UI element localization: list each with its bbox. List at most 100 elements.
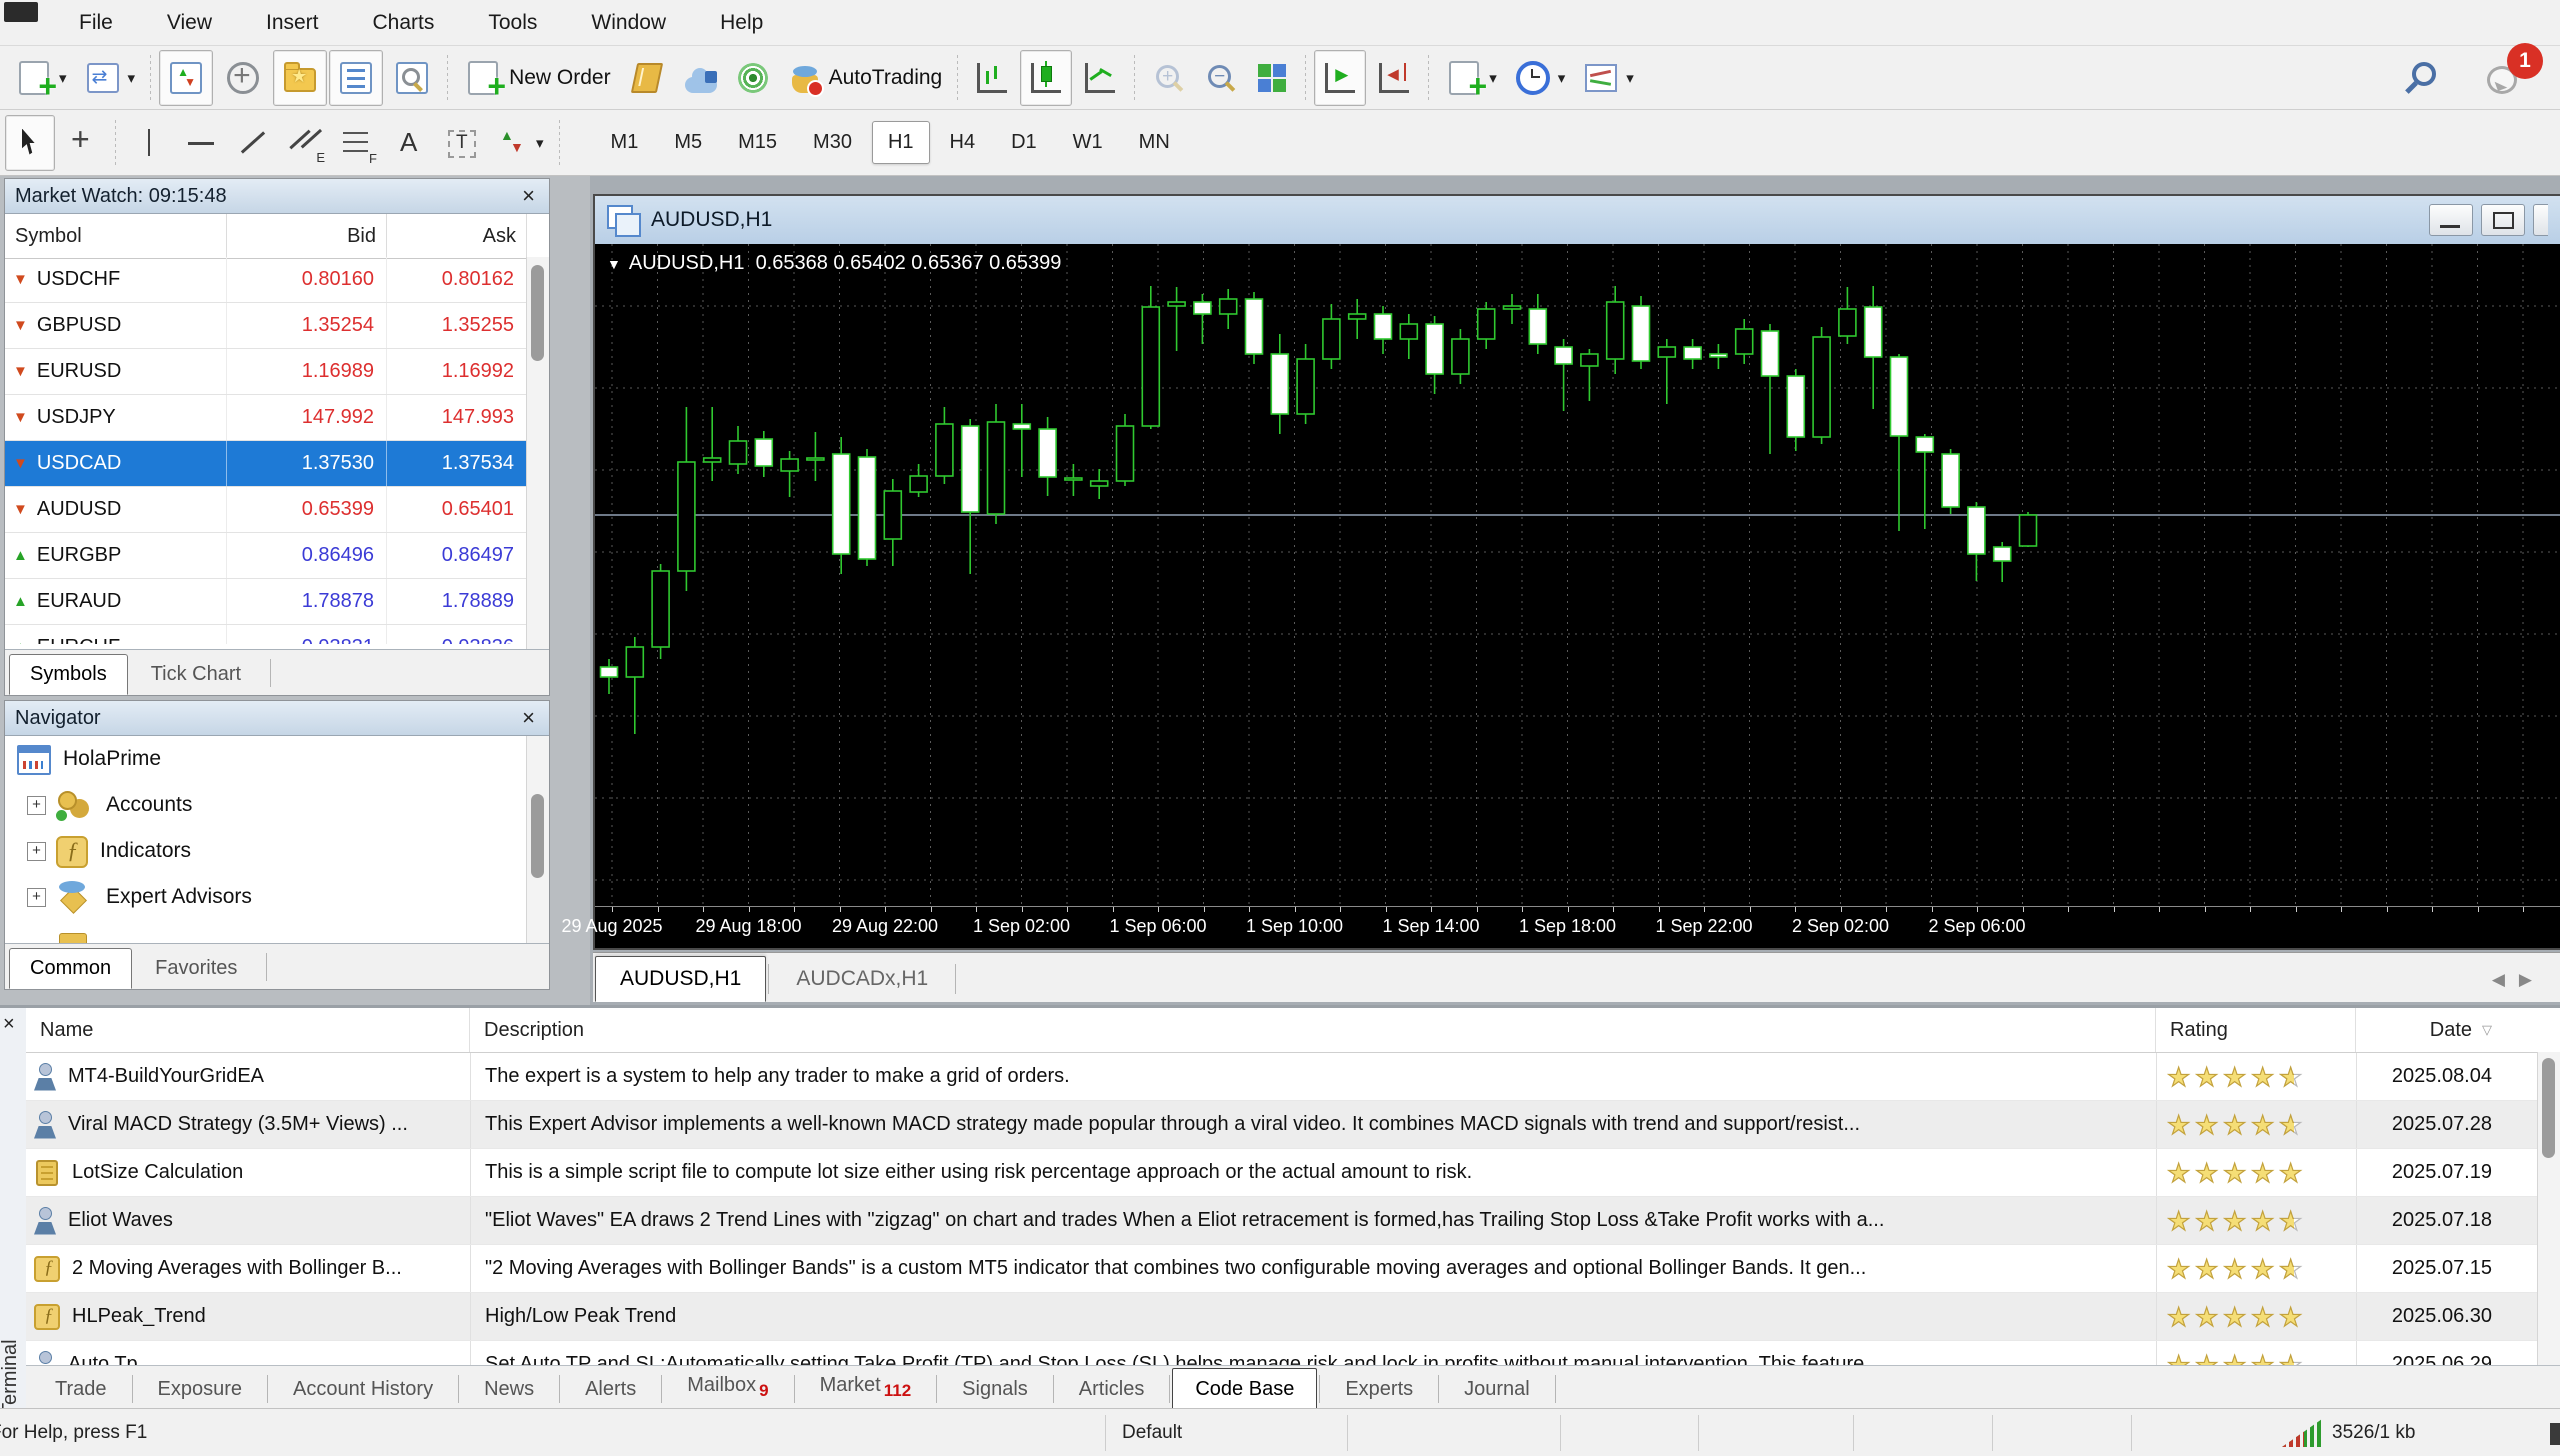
- timeframe-m15[interactable]: M15: [722, 121, 793, 164]
- market-watch-tab-symbols[interactable]: Symbols: [9, 654, 128, 695]
- dropdown-caret-icon[interactable]: ▾: [128, 69, 136, 87]
- status-data-usage[interactable]: 3526/1 kb: [2332, 1422, 2415, 1444]
- market-watch-row-eurgbp[interactable]: ▲EURGBP0.864960.86497: [5, 533, 527, 579]
- status-profile[interactable]: Default: [1122, 1422, 1182, 1444]
- navigator-tab-favorites[interactable]: Favorites: [134, 948, 258, 989]
- dropdown-caret-icon[interactable]: ▾: [536, 134, 544, 152]
- terminal-tab-trade[interactable]: Trade: [32, 1368, 130, 1411]
- trendline-tool-button[interactable]: [228, 115, 278, 171]
- signals-service-button[interactable]: [728, 50, 778, 106]
- zoom-out-button[interactable]: [1195, 50, 1245, 106]
- codebase-row[interactable]: 2 Moving Averages with Bollinger B..."2 …: [26, 1245, 2538, 1293]
- market-watch-row-usdchf[interactable]: ▼USDCHF0.801600.80162: [5, 257, 527, 303]
- codebase-col-date[interactable]: Date▽: [2356, 1008, 2538, 1052]
- dropdown-caret-icon[interactable]: ▾: [1558, 69, 1566, 87]
- expand-plus-icon[interactable]: +: [27, 796, 46, 815]
- terminal-tab-exposure[interactable]: Exposure: [135, 1368, 266, 1411]
- resize-grip[interactable]: [2550, 1423, 2560, 1445]
- notifications-button[interactable]: 1: [2478, 50, 2528, 106]
- strategy-tester-button[interactable]: [385, 50, 439, 106]
- auto-scroll-button[interactable]: [1314, 50, 1366, 106]
- market-watch-row-usdcad[interactable]: ▼USDCAD1.375301.37534: [5, 441, 527, 487]
- arrows-tool-button[interactable]: ▾: [488, 115, 551, 171]
- terminal-tab-code-base[interactable]: Code Base: [1172, 1368, 1317, 1411]
- text-tool-button[interactable]: [384, 115, 434, 171]
- dropdown-caret-icon[interactable]: ▾: [1489, 69, 1497, 87]
- codebase-row[interactable]: HLPeak_TrendHigh/Low Peak Trend★★★★★2025…: [26, 1293, 2538, 1341]
- market-watch-row-usdjpy[interactable]: ▼USDJPY147.992147.993: [5, 395, 527, 441]
- terminal-button[interactable]: [329, 50, 383, 106]
- timeframe-h1[interactable]: H1: [872, 121, 930, 164]
- expand-plus-icon[interactable]: +: [27, 842, 46, 861]
- menu-item-insert[interactable]: Insert: [239, 5, 346, 41]
- menu-item-file[interactable]: File: [52, 5, 140, 41]
- menu-item-help[interactable]: Help: [693, 5, 790, 41]
- metaeditor-button[interactable]: [620, 50, 674, 106]
- timeframe-mn[interactable]: MN: [1123, 121, 1186, 164]
- menu-item-charts[interactable]: Charts: [346, 5, 462, 41]
- terminal-tab-mailbox[interactable]: Mailbox9: [664, 1364, 791, 1411]
- menu-item-window[interactable]: Window: [564, 5, 693, 41]
- navigator-item-indicators[interactable]: +Indicators: [5, 828, 527, 874]
- timeframe-h4[interactable]: H4: [934, 121, 992, 164]
- market-watch-row-gbpusd[interactable]: ▼GBPUSD1.352541.35255: [5, 303, 527, 349]
- chart-tab-nav-arrows[interactable]: ◀▶: [2492, 970, 2546, 990]
- market-watch-row-audusd[interactable]: ▼AUDUSD0.653990.65401: [5, 487, 527, 533]
- chart-window-titlebar[interactable]: AUDUSD,H1: [595, 196, 2560, 245]
- cursor-tool-button[interactable]: [5, 115, 55, 171]
- close-button-partial[interactable]: [2533, 204, 2548, 236]
- navigator-item-accounts[interactable]: +Accounts: [5, 782, 527, 828]
- candlestick-mode-button[interactable]: [1020, 50, 1072, 106]
- terminal-tab-news[interactable]: News: [461, 1368, 557, 1411]
- terminal-tab-experts[interactable]: Experts: [1322, 1368, 1436, 1411]
- line-chart-mode-button[interactable]: [1074, 50, 1126, 106]
- maximize-button[interactable]: [2481, 204, 2525, 236]
- chart-plot[interactable]: ▼AUDUSD,H1 0.65368 0.65402 0.65367 0.653…: [595, 244, 2560, 906]
- bar-chart-mode-button[interactable]: [966, 50, 1018, 106]
- market-watch-close-button[interactable]: ×: [518, 185, 539, 207]
- timeframe-m5[interactable]: M5: [658, 121, 718, 164]
- terminal-tab-journal[interactable]: Journal: [1441, 1368, 1553, 1411]
- timeframe-w1[interactable]: W1: [1057, 121, 1119, 164]
- terminal-tab-signals[interactable]: Signals: [939, 1368, 1051, 1411]
- minimize-button[interactable]: [2429, 204, 2473, 236]
- data-window-button[interactable]: [215, 50, 271, 106]
- timeframe-d1[interactable]: D1: [995, 121, 1053, 164]
- time-axis[interactable]: 29 Aug 202529 Aug 18:0029 Aug 22:001 Sep…: [595, 906, 2560, 945]
- timeframe-m30[interactable]: M30: [797, 121, 868, 164]
- terminal-tab-alerts[interactable]: Alerts: [562, 1368, 659, 1411]
- scrollbar-thumb[interactable]: [531, 265, 544, 361]
- templates-button[interactable]: ▾: [1574, 50, 1641, 106]
- autotrading-button[interactable]: AutoTrading: [780, 50, 950, 106]
- navigator-close-button[interactable]: ×: [518, 707, 539, 729]
- new-chart-button[interactable]: ▾: [7, 50, 74, 106]
- market-watch-row-eurusd[interactable]: ▼EURUSD1.169891.16992: [5, 349, 527, 395]
- codebase-row[interactable]: LotSize CalculationThis is a simple scri…: [26, 1149, 2538, 1197]
- menu-item-tools[interactable]: Tools: [461, 5, 564, 41]
- mql5-cloud-button[interactable]: [676, 50, 726, 106]
- navigator-tab-common[interactable]: Common: [9, 948, 132, 989]
- market-watch-scrollbar[interactable]: [526, 257, 549, 649]
- market-watch-row-eurchf[interactable]: ▲EURCHF0.938310.93836: [5, 625, 527, 644]
- terminal-tab-market[interactable]: Market112: [797, 1364, 935, 1411]
- codebase-col-rating[interactable]: Rating: [2156, 1008, 2356, 1052]
- market-watch-row-euraud[interactable]: ▲EURAUD1.788781.78889: [5, 579, 527, 625]
- vertical-line-tool-button[interactable]: [124, 115, 174, 171]
- codebase-row[interactable]: Viral MACD Strategy (3.5M+ Views) ...Thi…: [26, 1101, 2538, 1149]
- terminal-tab-account-history[interactable]: Account History: [270, 1368, 456, 1411]
- fibonacci-tool-button[interactable]: [332, 115, 382, 171]
- scrollbar-thumb[interactable]: [2542, 1058, 2555, 1158]
- chart-shift-button[interactable]: [1368, 50, 1420, 106]
- menu-item-view[interactable]: View: [140, 5, 239, 41]
- dropdown-caret-icon[interactable]: ▾: [1626, 69, 1634, 87]
- dropdown-caret-icon[interactable]: ▾: [59, 69, 67, 87]
- tile-windows-button[interactable]: [1247, 50, 1297, 106]
- navigator-item-holaprime[interactable]: HolaPrime: [5, 736, 527, 782]
- indicators-list-button[interactable]: ▾: [1437, 50, 1504, 106]
- scrollbar-thumb[interactable]: [531, 794, 544, 878]
- periodicity-button[interactable]: ▾: [1506, 50, 1573, 106]
- search-button[interactable]: [2400, 50, 2450, 106]
- crosshair-tool-button[interactable]: [57, 115, 107, 171]
- new-order-button[interactable]: New Order: [456, 50, 618, 106]
- chart-tab-audusd-h1[interactable]: AUDUSD,H1: [595, 956, 766, 1002]
